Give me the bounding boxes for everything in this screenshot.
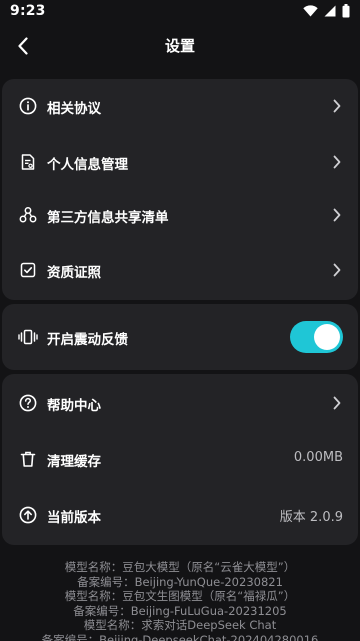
document-icon — [18, 152, 38, 172]
row-label: 开启震动反馈 — [47, 332, 128, 348]
row-label: 相关协议 — [47, 101, 101, 117]
vibration-toggle[interactable] — [290, 321, 343, 353]
settings-group-vibration: 开启震动反馈 — [2, 304, 358, 370]
vibrate-icon — [18, 327, 38, 347]
row-label: 资质证照 — [47, 265, 101, 281]
chevron-right-icon — [332, 98, 342, 114]
help-icon — [18, 393, 38, 413]
status-bar: 9:23 — [0, 0, 360, 24]
footer-line: 备案编号：Beijing-YunQue-20230821 — [77, 574, 283, 589]
status-time: 9:23 — [10, 3, 46, 19]
header: 设置 — [0, 28, 360, 64]
chevron-right-icon — [332, 262, 342, 278]
battery-icon — [342, 4, 350, 18]
row-clear-cache[interactable]: 清理缓存 0.00MB — [2, 437, 358, 481]
row-label: 第三方信息共享清单 — [47, 210, 169, 226]
settings-group-app: 帮助中心 清理缓存 0.00MB 当前版本 版本 2.0.9 — [2, 374, 358, 545]
row-third-party-sharing[interactable]: 第三方信息共享清单 — [2, 193, 358, 237]
footer-line: 备案编号：Beijing-FuLuGua-20231205 — [73, 603, 287, 618]
settings-screen: 9:23 设置 相关协议 个人信息管理 第三方信息共享清单 资质证照 开启震动反… — [0, 0, 360, 641]
footer-line: 模型名称：豆包文生图模型（原名“福禄瓜”） — [64, 589, 296, 603]
upload-icon — [18, 505, 38, 525]
footer-line: 模型名称：豆包大模型（原名“云雀大模型”） — [64, 560, 296, 574]
row-help-center[interactable]: 帮助中心 — [2, 381, 358, 425]
row-label: 帮助中心 — [47, 398, 101, 414]
chevron-right-icon — [332, 154, 342, 170]
footer-line: 模型名称：求索对话DeepSeek Chat — [83, 618, 277, 632]
version-number: 版本 2.0.9 — [279, 510, 343, 525]
row-personal-info[interactable]: 个人信息管理 — [2, 140, 358, 184]
cache-size: 0.00MB — [293, 450, 343, 465]
certificate-icon — [18, 260, 38, 280]
share-nodes-icon — [18, 205, 38, 225]
footer-line: 备案编号：Beijing-DeepseekChat-202404280016 — [41, 632, 319, 641]
toggle-knob — [314, 324, 340, 350]
info-icon — [18, 96, 38, 116]
trash-icon — [18, 449, 38, 469]
status-icons — [303, 4, 350, 18]
chevron-right-icon — [332, 395, 342, 411]
model-registration-info: 模型名称：豆包大模型（原名“云雀大模型”） 备案编号：Beijing-YunQu… — [0, 560, 360, 641]
row-label: 当前版本 — [47, 510, 101, 526]
wifi-icon — [303, 5, 318, 17]
row-agreements[interactable]: 相关协议 — [2, 84, 358, 128]
row-label: 清理缓存 — [47, 454, 101, 470]
row-label: 个人信息管理 — [47, 157, 128, 173]
page-title: 设置 — [164, 37, 195, 55]
settings-group-legal: 相关协议 个人信息管理 第三方信息共享清单 资质证照 — [2, 79, 358, 300]
row-current-version[interactable]: 当前版本 版本 2.0.9 — [2, 493, 358, 537]
row-qualifications[interactable]: 资质证照 — [2, 248, 358, 292]
signal-icon — [324, 5, 336, 17]
chevron-right-icon — [332, 207, 342, 223]
